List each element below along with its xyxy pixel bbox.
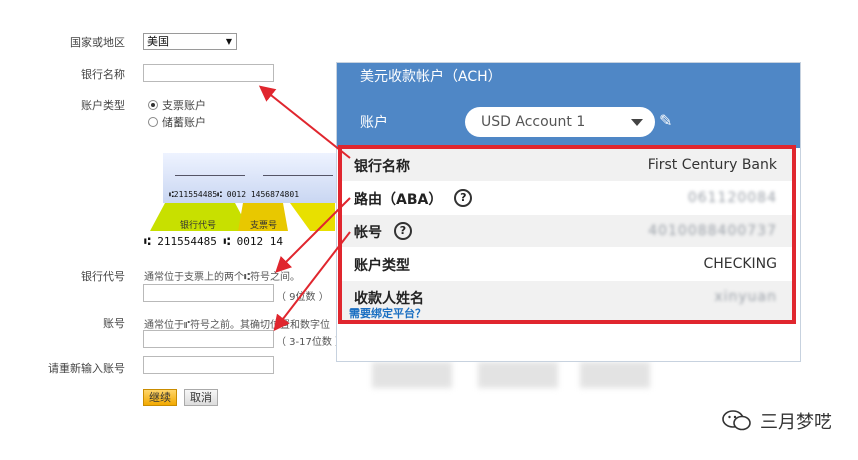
- account-number-input[interactable]: [143, 330, 274, 348]
- blurred-region: [372, 362, 452, 388]
- country-select[interactable]: 美国 ▼: [143, 33, 237, 50]
- detail-key: 帐号?: [354, 222, 412, 242]
- country-select-value: 美国: [147, 35, 169, 48]
- band-account: [290, 203, 335, 231]
- detail-key: 银行名称: [354, 159, 410, 175]
- panel-header: 美元收款帐户（ACH） 账户 USD Account 1 ✎: [337, 63, 800, 148]
- band-routing: 银行代号: [150, 203, 250, 231]
- detail-row-bank-name: 银行名称 First Century Bank: [342, 149, 795, 181]
- country-label: 国家或地区: [70, 36, 125, 49]
- cheque-illustration: ⑆211554485⑆ 0012 1456874801: [163, 153, 343, 203]
- band-check: 支票号: [238, 203, 288, 231]
- reenter-account-input[interactable]: [143, 356, 274, 374]
- caret-down-icon: [631, 119, 643, 126]
- routing-label: 银行代号: [81, 270, 125, 283]
- account-select-value: USD Account 1: [481, 114, 586, 130]
- radio-savings-label: 储蓄账户: [162, 116, 206, 129]
- help-icon[interactable]: ?: [454, 189, 473, 207]
- routing-digits-hint: （ 9位数 ）: [276, 292, 329, 303]
- account-select[interactable]: USD Account 1: [465, 107, 655, 137]
- cheque-micr-top: ⑆211554485⑆ 0012 1456874801: [169, 190, 300, 199]
- watermark: 三月梦呓: [722, 408, 832, 434]
- pencil-icon[interactable]: ✎: [659, 111, 672, 130]
- bind-platform-link[interactable]: 需要绑定平台？: [349, 305, 426, 321]
- detail-value: CHECKING: [703, 256, 777, 272]
- detail-row-routing: 路由（ABA）? 061120084: [342, 182, 795, 214]
- blurred-region: [580, 362, 650, 388]
- radio-checking[interactable]: 支票账户: [148, 97, 206, 113]
- account-details: 银行名称 First Century Bank 路由（ABA）? 0611200…: [342, 149, 795, 322]
- detail-value-masked: xinyuan: [714, 289, 777, 305]
- reenter-account-label: 请重新输入账号: [48, 362, 125, 375]
- account-number-label: 账号: [103, 317, 125, 330]
- routing-input[interactable]: [143, 284, 274, 302]
- watermark-text: 三月梦呓: [760, 412, 832, 433]
- detail-value-masked: 4010088400737: [648, 223, 777, 239]
- routing-hint: 通常位于支票上的两个⑆符号之间。: [144, 272, 300, 283]
- help-icon[interactable]: ?: [394, 222, 412, 240]
- cheque-micr-bottom: ⑆ 211554485 ⑆ 0012 14: [144, 235, 284, 248]
- detail-key: 路由（ABA）?: [354, 189, 473, 209]
- radio-icon: [148, 100, 158, 110]
- ach-account-panel: 美元收款帐户（ACH） 账户 USD Account 1 ✎ 银行名称 Firs…: [336, 62, 801, 362]
- wechat-icon: [722, 410, 751, 431]
- bank-name-label: 银行名称: [81, 68, 125, 81]
- blurred-region: [478, 362, 558, 388]
- detail-key: 账户类型: [354, 258, 410, 274]
- cancel-button[interactable]: 取消: [184, 389, 218, 406]
- detail-value: First Century Bank: [647, 157, 777, 173]
- radio-checking-label: 支票账户: [162, 99, 206, 112]
- radio-icon: [148, 117, 158, 127]
- chevron-down-icon: ▼: [225, 37, 232, 46]
- account-number-hint: 通常位于⑈符号之前。其确切位置和数字位: [144, 320, 330, 331]
- detail-row-account-number: 帐号? 4010088400737: [342, 215, 795, 247]
- detail-value-masked: 061120084: [687, 190, 777, 206]
- radio-savings[interactable]: 储蓄账户: [148, 114, 206, 130]
- bank-name-input[interactable]: [143, 64, 274, 82]
- account-type-label: 账户类型: [81, 99, 125, 112]
- continue-button[interactable]: 继续: [143, 389, 177, 406]
- detail-row-account-type: 账户类型 CHECKING: [342, 248, 795, 280]
- account-select-label: 账户: [360, 115, 388, 131]
- account-digits-hint: （ 3-17位数 ）: [276, 337, 346, 348]
- panel-title: 美元收款帐户（ACH）: [360, 69, 502, 85]
